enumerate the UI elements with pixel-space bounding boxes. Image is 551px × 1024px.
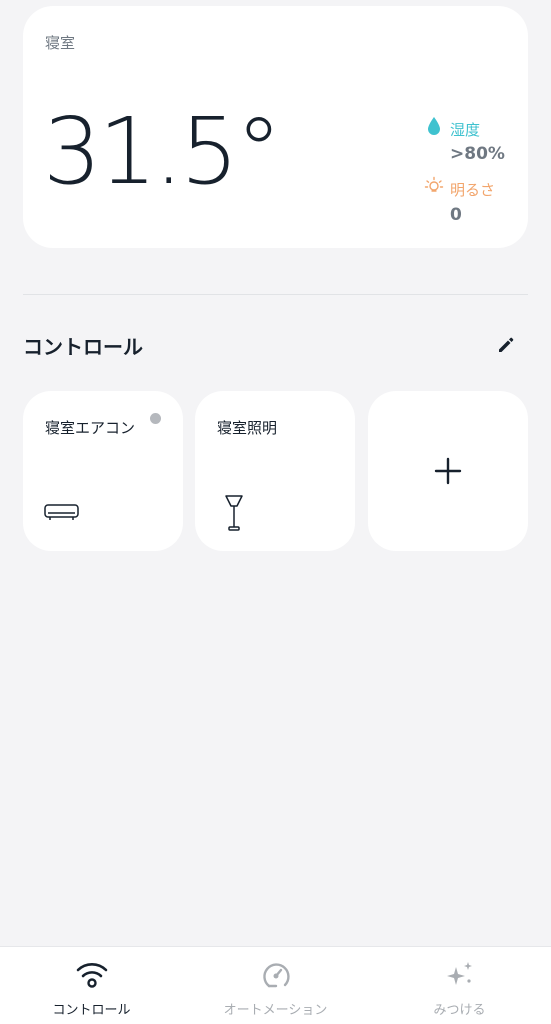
tab-label: みつける (433, 1003, 486, 1018)
tab-controls[interactable]: コントロール (0, 947, 183, 1024)
air-conditioner-icon (44, 504, 79, 520)
gauge-icon (262, 963, 290, 988)
wifi-icon (76, 963, 107, 988)
water-drop-icon (428, 117, 440, 135)
tab-label: コントロール (52, 1003, 131, 1018)
humidity-value: >80% (450, 144, 505, 164)
bottom-tab-bar: コントロール オートメーション みつける (0, 946, 551, 1024)
tab-automation[interactable]: オートメーション (184, 947, 367, 1024)
tile-label: 寝室照明 (217, 419, 278, 437)
tile-bedroom-aircon[interactable]: 寝室エアコン (23, 391, 183, 551)
temperature-readout: 31.5° (43, 98, 282, 205)
bulb-icon (424, 176, 444, 192)
plus-icon (434, 457, 462, 485)
edit-controls-button[interactable] (493, 332, 519, 358)
room-name: 寝室 (45, 34, 76, 52)
sparkle-icon (446, 962, 472, 985)
controls-section-title: コントロール (23, 335, 143, 359)
tile-label: 寝室エアコン (45, 419, 136, 437)
floor-lamp-icon (225, 495, 243, 531)
humidity-label: 湿度 (450, 121, 481, 139)
app-screen: 寝室 31.5° 湿度 >80% 明るさ 0 コントロール 寝室エアコン 寝室照… (0, 0, 551, 1024)
brightness-label: 明るさ (450, 181, 496, 199)
tab-label: オートメーション (223, 1003, 328, 1018)
tile-bedroom-light[interactable]: 寝室照明 (195, 391, 355, 551)
room-summary-card[interactable]: 寝室 31.5° 湿度 >80% 明るさ 0 (23, 6, 528, 248)
tab-discover[interactable]: みつける (368, 947, 551, 1024)
section-divider (23, 294, 528, 295)
brightness-value: 0 (450, 205, 462, 225)
pencil-icon (499, 337, 514, 352)
offline-status-dot (150, 413, 161, 424)
add-control-button[interactable] (368, 391, 528, 551)
